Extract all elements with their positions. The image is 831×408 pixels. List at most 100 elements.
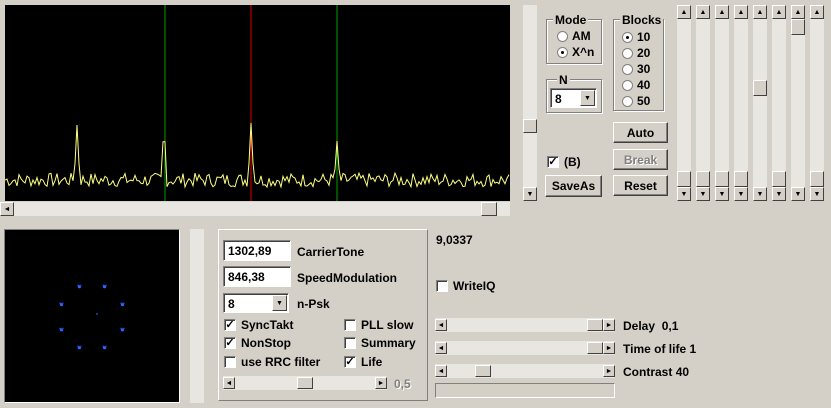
scroll-down-icon[interactable]: ▼ [734, 187, 748, 201]
mode-am-radio[interactable]: AM [557, 29, 591, 43]
channel-slider-thumb[interactable] [715, 171, 729, 187]
channel-slider-2[interactable]: ▲ ▼ [696, 5, 710, 201]
arrow-left-icon[interactable]: ◄ [223, 377, 235, 389]
scroll-down-icon[interactable]: ▼ [523, 187, 537, 201]
checkbox-empty-icon[interactable] [436, 280, 448, 292]
scroll-down-icon[interactable]: ▼ [791, 187, 805, 201]
arrow-right-icon[interactable]: ► [603, 342, 615, 354]
arrow-left-icon[interactable]: ◄ [435, 342, 447, 354]
scroll-left-icon[interactable]: ◄ [0, 202, 14, 216]
spectrum-display[interactable] [5, 5, 510, 201]
channel-slider-1[interactable]: ▲ ▼ [677, 5, 691, 201]
contrast-slider[interactable]: ◄ ► [435, 364, 615, 378]
mode-xn-radio[interactable]: X^n [557, 45, 594, 59]
radio-icon[interactable] [622, 47, 633, 59]
npsk-select[interactable]: 8 ▼ [223, 293, 289, 313]
channel-slider-8[interactable]: ▲ ▼ [810, 5, 824, 201]
break-button[interactable]: Break [613, 149, 668, 170]
scroll-up-icon[interactable]: ▲ [677, 5, 691, 19]
check-icon[interactable]: ✓ [547, 156, 559, 168]
channel-slider-7[interactable]: ▲ ▼ [791, 5, 805, 201]
scroll-up-icon[interactable]: ▲ [715, 5, 729, 19]
synctakt-checkbox[interactable]: ✓ SyncTakt [224, 318, 293, 332]
blocks-radio-20[interactable]: 20 [622, 46, 650, 60]
channel-slider-6[interactable]: ▲ ▼ [772, 5, 786, 201]
rrc-slider[interactable]: ◄ ► [223, 376, 387, 390]
channel-slider-thumb[interactable] [696, 171, 710, 187]
delay-label: Delay 0,1 [623, 319, 679, 333]
blocks-radio-40[interactable]: 40 [622, 78, 650, 92]
reset-button[interactable]: Reset [613, 175, 668, 196]
scroll-up-icon[interactable]: ▲ [791, 5, 805, 19]
rrc-checkbox[interactable]: use RRC filter [224, 355, 320, 369]
time-of-life-slider[interactable]: ◄ ► [435, 341, 615, 355]
radio-icon[interactable] [557, 30, 568, 42]
constellation-point [96, 313, 98, 315]
checkbox-empty-icon[interactable] [344, 319, 356, 331]
channel-slider-5[interactable]: ▲ ▼ [753, 5, 767, 201]
scroll-up-icon[interactable]: ▲ [810, 5, 824, 19]
channel-slider-thumb[interactable] [753, 80, 767, 96]
chevron-down-icon[interactable]: ▼ [272, 295, 287, 311]
blocks-radio-50[interactable]: 50 [622, 94, 650, 108]
arrow-right-icon[interactable]: ► [603, 365, 615, 377]
scroll-up-icon[interactable]: ▲ [734, 5, 748, 19]
channel-slider-thumb[interactable] [734, 171, 748, 187]
spectrum-gain-scrollbar[interactable]: ▼ [523, 5, 537, 201]
blocks-radio-10[interactable]: 10 [622, 30, 650, 44]
radio-selected-icon[interactable] [622, 31, 633, 43]
pll-slow-checkbox[interactable]: PLL slow [344, 318, 413, 332]
scroll-up-icon[interactable]: ▲ [753, 5, 767, 19]
rrc-label: use RRC filter [241, 355, 321, 369]
spectrum-gain-thumb[interactable] [523, 119, 537, 133]
delay-slider[interactable]: ◄ ► [435, 318, 615, 332]
scroll-down-icon[interactable]: ▼ [810, 187, 824, 201]
radio-icon[interactable] [622, 63, 633, 75]
spectrum-frequency-thumb[interactable] [481, 202, 497, 216]
saveas-button[interactable]: SaveAs [545, 175, 602, 197]
check-icon[interactable]: ✓ [344, 356, 356, 368]
scroll-up-icon[interactable]: ▲ [772, 5, 786, 19]
n-select[interactable]: 8 ▼ [550, 88, 597, 108]
channel-slider-thumb[interactable] [677, 171, 691, 187]
radio-icon[interactable] [622, 95, 633, 107]
arrow-left-icon[interactable]: ◄ [435, 365, 447, 377]
channel-slider-thumb[interactable] [791, 19, 805, 35]
scroll-down-icon[interactable]: ▼ [677, 187, 691, 201]
time-of-life-slider-thumb[interactable] [587, 342, 603, 354]
scroll-down-icon[interactable]: ▼ [772, 187, 786, 201]
checkbox-empty-icon[interactable] [224, 356, 236, 368]
scroll-down-icon[interactable]: ▼ [715, 187, 729, 201]
arrow-left-icon[interactable]: ◄ [435, 319, 447, 331]
arrow-right-icon[interactable]: ► [375, 377, 387, 389]
scroll-up-icon[interactable]: ▲ [696, 5, 710, 19]
chevron-down-icon[interactable]: ▼ [580, 90, 595, 106]
nonstop-checkbox[interactable]: ✓ NonStop [224, 336, 291, 350]
channel-slider-thumb[interactable] [772, 171, 786, 187]
radio-selected-icon[interactable] [557, 46, 568, 58]
b-checkbox[interactable]: ✓ (B) [547, 155, 581, 169]
constellation-scrollbar[interactable] [190, 229, 204, 403]
radio-icon[interactable] [622, 79, 633, 91]
carrier-tone-input[interactable]: 1302,89 [223, 240, 291, 261]
blocks-radio-30[interactable]: 30 [622, 62, 650, 76]
contrast-slider-thumb[interactable] [475, 365, 491, 377]
scroll-down-icon[interactable]: ▼ [696, 187, 710, 201]
speed-modulation-input[interactable]: 846,38 [223, 266, 291, 287]
checkbox-empty-icon[interactable] [344, 337, 356, 349]
life-label: Life [361, 355, 383, 369]
channel-slider-4[interactable]: ▲ ▼ [734, 5, 748, 201]
rrc-slider-thumb[interactable] [297, 377, 313, 389]
channel-slider-thumb[interactable] [810, 171, 824, 187]
auto-button[interactable]: Auto [613, 122, 668, 143]
channel-slider-3[interactable]: ▲ ▼ [715, 5, 729, 201]
life-checkbox[interactable]: ✓ Life [344, 355, 382, 369]
check-icon[interactable]: ✓ [224, 337, 236, 349]
summary-checkbox[interactable]: Summary [344, 336, 416, 350]
spectrum-frequency-scrollbar[interactable]: ◄ [0, 202, 510, 216]
delay-slider-thumb[interactable] [587, 319, 603, 331]
arrow-right-icon[interactable]: ► [603, 319, 615, 331]
check-icon[interactable]: ✓ [224, 319, 236, 331]
scroll-down-icon[interactable]: ▼ [753, 187, 767, 201]
writeiq-checkbox[interactable]: WriteIQ [436, 279, 495, 293]
